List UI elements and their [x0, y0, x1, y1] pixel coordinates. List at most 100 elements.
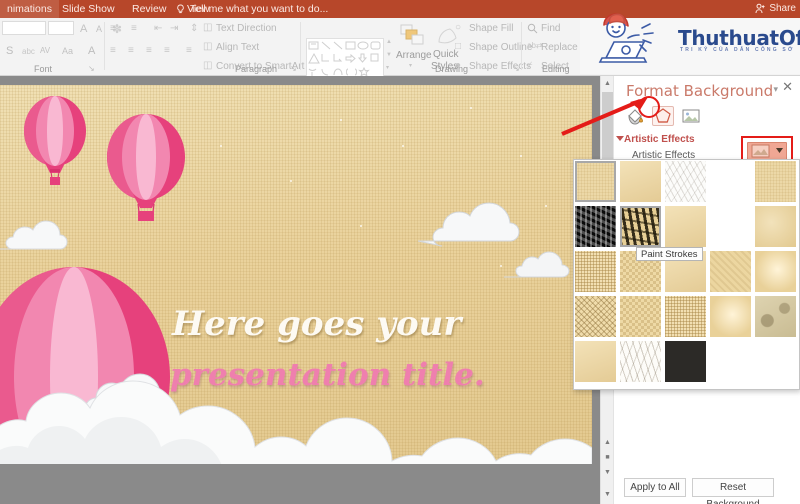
align-right-icon[interactable]: ≡ — [146, 46, 152, 56]
section-collapse-triangle[interactable] — [616, 136, 624, 141]
strikethrough-icon[interactable]: S — [6, 46, 13, 57]
share-person-icon — [755, 3, 765, 14]
bullets-icon[interactable]: ≡ — [110, 24, 116, 34]
shapes-gallery-icons — [308, 41, 381, 77]
reset-background-button[interactable]: Reset Background — [692, 478, 774, 504]
magnifier-icon — [527, 23, 538, 34]
picture-icon[interactable] — [680, 106, 702, 126]
next-slide-button[interactable]: ▼ — [602, 466, 613, 479]
text-shadow-icon[interactable]: abc — [22, 48, 35, 56]
cloud-small-left — [0, 220, 68, 250]
shape-outline-icon: □ — [455, 41, 462, 52]
grow-font-icon[interactable]: A — [80, 24, 87, 35]
slide-canvas[interactable]: Here goes your presentation title. — [0, 85, 592, 464]
change-case-icon[interactable]: Aa — [62, 47, 73, 56]
slide-title-line1[interactable]: Here goes your — [172, 304, 461, 344]
tab-animations[interactable]: nimations — [0, 0, 59, 18]
ribbon-tab-bar: nimations Slide Show Review View Tell me… — [0, 0, 800, 18]
font-size-box[interactable] — [48, 21, 74, 35]
arrange-dropdown-icon[interactable]: ▾ — [409, 63, 412, 69]
gallery-tile-glow-edges-dark[interactable] — [665, 341, 706, 382]
share-label: Share — [769, 3, 796, 14]
increase-indent-icon[interactable]: ⇥ — [170, 24, 178, 34]
gallery-tile-plastic-wrap[interactable] — [665, 296, 706, 337]
tab-review[interactable]: Review — [125, 0, 173, 18]
gallery-tile-crisscross-etching[interactable] — [575, 296, 616, 337]
columns-icon[interactable]: ≡ — [186, 46, 192, 56]
shapes-scroll-up-icon[interactable]: ▲ — [386, 39, 392, 45]
gallery-tile-photocopy[interactable] — [620, 341, 661, 382]
balloon-small-left — [24, 96, 86, 185]
gallery-tile-pastels-smooth[interactable] — [620, 296, 661, 337]
slide-title-line2[interactable]: presentation title. — [170, 357, 485, 393]
decrease-indent-icon[interactable]: ⇤ — [154, 24, 162, 34]
tab-slide-show[interactable]: Slide Show — [55, 0, 122, 18]
artistic-effects-gallery[interactable]: Paint Strokes — [573, 159, 800, 390]
slide-bottom-edge — [0, 464, 592, 470]
gallery-tile-glass[interactable] — [755, 251, 796, 292]
font-color-icon[interactable]: A — [88, 46, 95, 57]
gallery-tile-mosaic-bubbles[interactable] — [710, 251, 751, 292]
text-direction-icon: ◫ — [203, 22, 213, 33]
shape-fill-command[interactable]: Shape Fill — [469, 23, 513, 34]
line-spacing-icon[interactable]: ⇕ — [190, 24, 198, 34]
drawing-group-label: Drawing — [435, 64, 469, 74]
close-icon[interactable]: ✕ — [782, 80, 793, 93]
shape-fill-icon: ○ — [455, 22, 462, 33]
gallery-tile-pencil-sketch[interactable] — [710, 161, 751, 202]
justify-icon[interactable]: ≡ — [164, 46, 170, 56]
apply-to-all-button[interactable]: Apply to All — [624, 478, 686, 497]
scroll-down-button[interactable]: ▼ — [602, 488, 613, 501]
ribbon: A A ✽ S abc AV Aa A Font ↘ ≡ ≡ ⇤ ⇥ ⇕ ≡ ≡… — [0, 18, 800, 82]
shapes-more-icon[interactable]: ▾ — [386, 65, 389, 71]
slide-marker-icon: ■ — [605, 454, 610, 461]
gallery-tile-none[interactable] — [575, 161, 616, 202]
gallery-tile-pencil-grayscale[interactable] — [665, 161, 706, 202]
picture-glyph — [682, 109, 700, 123]
align-center-icon[interactable]: ≡ — [128, 46, 134, 56]
shrink-font-icon[interactable]: A — [96, 25, 102, 34]
gallery-tile-chalk-sketch[interactable] — [575, 206, 616, 247]
gallery-tile-line-drawing[interactable] — [755, 161, 796, 202]
gallery-tile-glow-edges[interactable] — [575, 341, 616, 382]
paragraph-dialog-launcher[interactable]: ↘ — [290, 64, 297, 73]
shapes-scroll-down-icon[interactable]: ▼ — [386, 52, 392, 58]
share-button[interactable]: Share — [755, 1, 796, 17]
find-command[interactable]: Find — [541, 23, 560, 34]
gallery-tile-empty-slot-a[interactable] — [710, 341, 751, 382]
text-direction-command[interactable]: Text Direction — [216, 23, 277, 34]
character-spacing-icon[interactable]: AV — [40, 47, 50, 55]
pane-menu-icon[interactable]: ▾ — [773, 84, 778, 95]
scroll-up-button[interactable]: ▲ — [602, 77, 613, 90]
gallery-tile-paint-brush[interactable] — [665, 206, 706, 247]
align-text-command[interactable]: Align Text — [216, 42, 259, 53]
gallery-tooltip: Paint Strokes — [636, 247, 703, 261]
cloud-mid-right — [504, 251, 570, 278]
editing-group-label: Editing — [542, 64, 570, 74]
cloud-top-right — [417, 202, 520, 247]
annotation-arrow — [561, 97, 648, 136]
align-left-icon[interactable]: ≡ — [110, 46, 116, 56]
replace-command[interactable]: Replace — [541, 42, 578, 53]
slide-editor-area: Here goes your presentation title. — [0, 76, 600, 504]
font-dialog-launcher[interactable]: ↘ — [88, 64, 95, 73]
gallery-tile-light-screen[interactable] — [575, 251, 616, 292]
shape-outline-command[interactable]: Shape Outline — [469, 42, 532, 53]
gallery-tile-empty-slot-b[interactable] — [755, 341, 796, 382]
balloon-medium-center — [107, 114, 185, 221]
previous-slide-button[interactable]: ▲ — [602, 436, 613, 449]
gallery-tile-paint-strokes[interactable] — [620, 206, 661, 247]
gallery-tile-glow-diffused[interactable] — [710, 206, 751, 247]
align-text-icon: ◫ — [203, 41, 213, 52]
gallery-tile-blur[interactable] — [755, 206, 796, 247]
gallery-tile-texturizer[interactable] — [755, 296, 796, 337]
gallery-tile-cutout[interactable] — [710, 296, 751, 337]
select-icon: ⌿ — [527, 60, 533, 70]
replace-dropdown-icon[interactable]: ▾ — [588, 43, 591, 49]
gallery-tile-marker[interactable] — [620, 161, 661, 202]
numbering-icon[interactable]: ≡ — [131, 24, 137, 34]
font-name-box[interactable] — [2, 21, 46, 35]
tell-me-search[interactable]: Tell me what you want to do... — [190, 0, 328, 18]
arrange-command[interactable]: Arrange — [396, 50, 432, 61]
drawing-dialog-launcher[interactable]: ↘ — [513, 64, 520, 73]
